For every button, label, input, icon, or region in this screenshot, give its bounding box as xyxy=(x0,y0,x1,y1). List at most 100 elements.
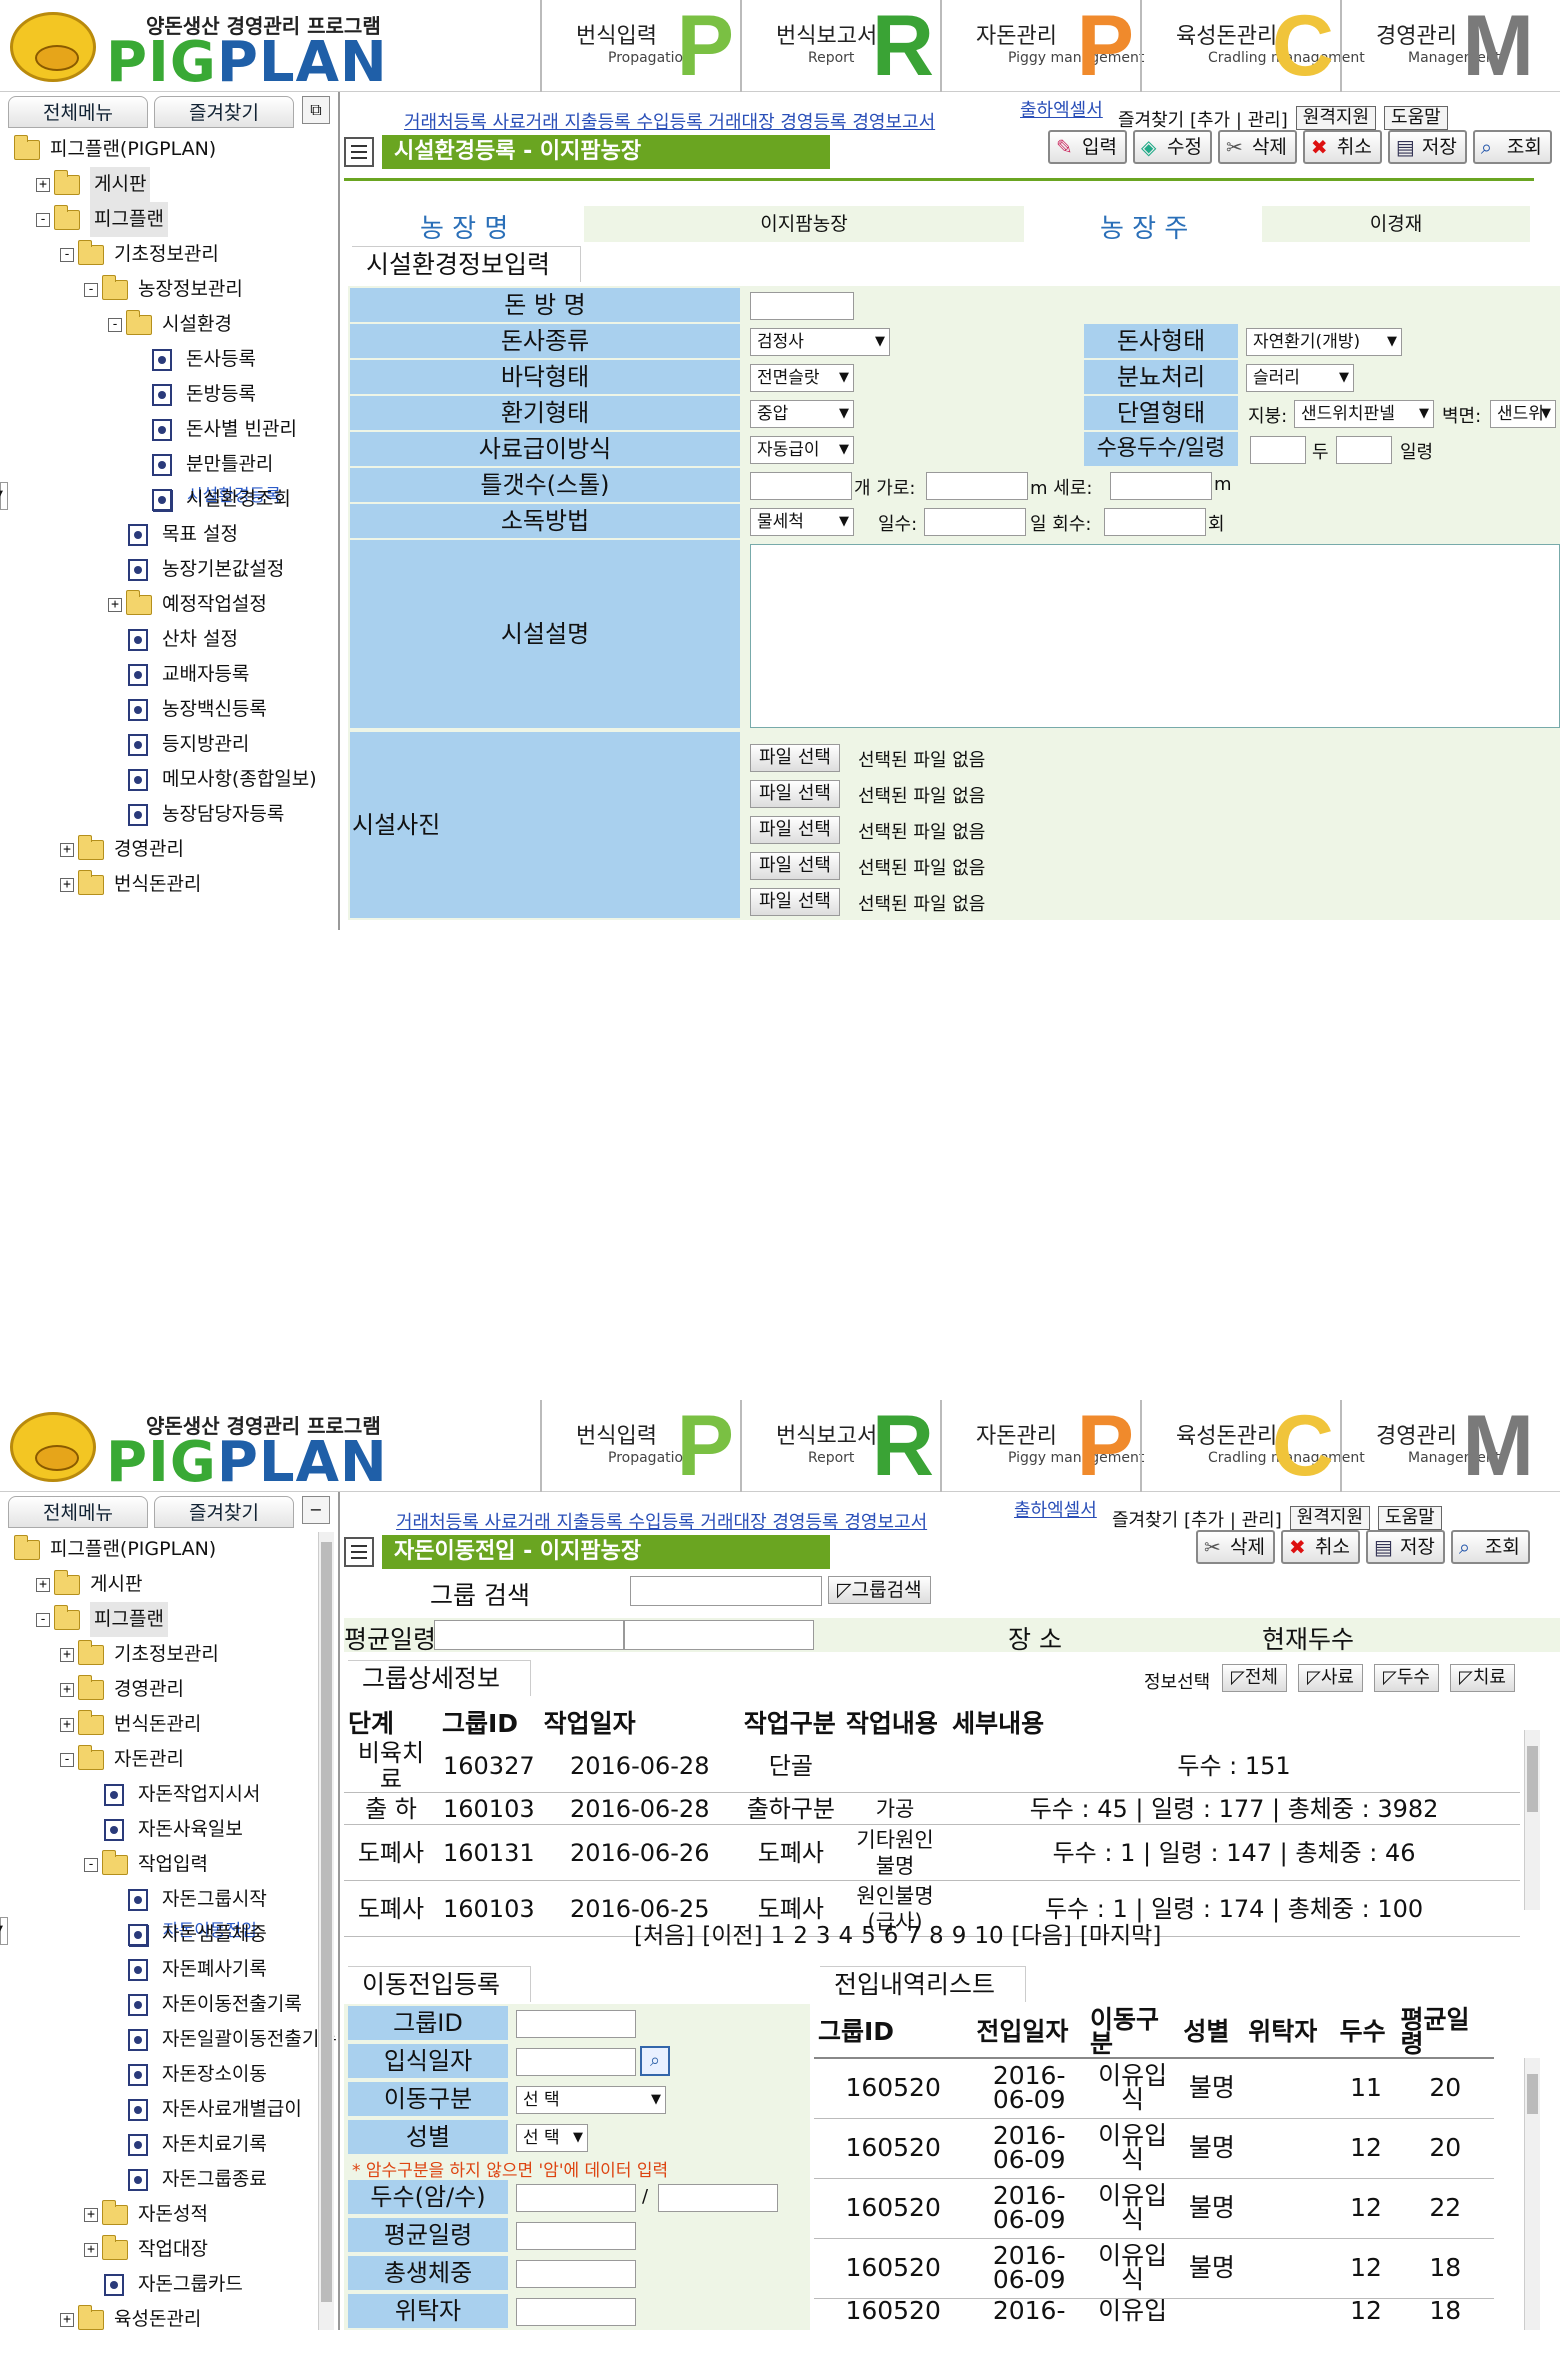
action-button-0[interactable]: ✎ 입력 xyxy=(1048,130,1127,164)
expand-icon[interactable]: + xyxy=(60,878,74,892)
floor-select[interactable]: 전면슬랏 xyxy=(750,364,854,392)
collapse-icon[interactable]: - xyxy=(36,1613,50,1627)
group-search-input[interactable] xyxy=(630,1576,822,1606)
action-button-4[interactable]: ▤ 저장 xyxy=(1387,130,1467,164)
tree-item[interactable]: + 육성돈관리 xyxy=(0,2302,340,2330)
tree-item[interactable]: + 예정작업설정 xyxy=(0,587,340,622)
page-link[interactable]: 5 xyxy=(861,1923,876,1949)
list-row[interactable]: 160520 2016-06-09 이유입식 불명 12 22 xyxy=(814,2178,1494,2239)
expand-icon[interactable]: + xyxy=(36,178,50,192)
topnav-item-3[interactable]: 육성돈관리 Cradling management C xyxy=(1140,1400,1365,1492)
page-link[interactable]: [처음] xyxy=(634,1923,694,1949)
capacity-head-input[interactable] xyxy=(1250,436,1306,464)
tree-item[interactable]: 자돈사료개별급이 xyxy=(0,2092,340,2127)
move-type-select[interactable]: 선 택 xyxy=(516,2086,666,2114)
page-link[interactable]: [마지막] xyxy=(1080,1923,1161,1949)
tree-item[interactable]: 농장담당자등록 xyxy=(0,797,340,832)
topnav-item-1[interactable]: 번식보고서 Report R xyxy=(740,1400,940,1492)
action-button-2[interactable]: ▤ 저장 xyxy=(1365,1530,1445,1564)
topnav-item-0[interactable]: 번식입력 Propagation P xyxy=(540,0,740,92)
expand-icon[interactable]: + xyxy=(60,2313,74,2327)
expand-icon[interactable]: + xyxy=(60,1683,74,1697)
info-button-2[interactable]: ◸두수 xyxy=(1374,1664,1439,1692)
tree-item[interactable]: + 게시판 xyxy=(0,1567,340,1602)
topnav-item-0[interactable]: 번식입력 Propagation P xyxy=(540,1400,740,1492)
topnav-item-2[interactable]: 자돈관리 Piggy management P xyxy=(940,1400,1144,1492)
sex-select[interactable]: 선 택 xyxy=(516,2124,588,2152)
page-link[interactable]: 4 xyxy=(838,1923,853,1949)
restore-icon[interactable]: ⧉ xyxy=(302,96,330,124)
page-link[interactable]: 10 xyxy=(974,1923,1003,1949)
tree-item[interactable]: + 게시판 xyxy=(0,167,340,202)
file-select-button[interactable]: 파일 선택 xyxy=(750,852,840,880)
tab-favorites[interactable]: 즐겨찾기 xyxy=(154,1496,294,1528)
action-button-2[interactable]: ✂ 삭제 xyxy=(1217,130,1297,164)
file-select-button[interactable]: 파일 선택 xyxy=(750,888,840,916)
house-form-select[interactable]: 자연환기(개방) xyxy=(1246,328,1402,356)
tree-item[interactable]: 메모사항(종합일보) xyxy=(0,762,340,797)
collapse-icon[interactable]: - xyxy=(84,283,98,297)
remote-support-button[interactable]: 원격지원 xyxy=(1295,106,1377,130)
room-input[interactable] xyxy=(750,292,854,320)
topnav-item-1[interactable]: 번식보고서 Report R xyxy=(740,0,940,92)
action-button-1[interactable]: ✖ 취소 xyxy=(1280,1530,1360,1564)
action-button-3[interactable]: ✖ 취소 xyxy=(1302,130,1382,164)
help-button[interactable]: 도움말 xyxy=(1384,106,1448,130)
detail-row[interactable]: 출 하 160103 2016-06-28 출하구분 가공 두수 : 45 | 일령 : … xyxy=(344,1792,1520,1825)
help-button[interactable]: 도움말 xyxy=(1378,1506,1442,1530)
tree-item[interactable]: 피그플랜(PIGPLAN) xyxy=(0,1532,340,1567)
file-select-button[interactable]: 파일 선택 xyxy=(750,816,840,844)
collapse-icon[interactable]: - xyxy=(36,213,50,227)
tree-item[interactable]: 자돈장소이동 xyxy=(0,2057,340,2092)
page-link[interactable]: 7 xyxy=(906,1923,921,1949)
file-select-button[interactable]: 파일 선택 xyxy=(750,744,840,772)
action-button-0[interactable]: ✂ 삭제 xyxy=(1196,1530,1275,1564)
group-id-input[interactable] xyxy=(516,2010,636,2038)
topnav-item-4[interactable]: 경영관리 Management M xyxy=(1340,0,1540,92)
collapse-icon[interactable]: - xyxy=(60,1753,74,1767)
detail-scrollbar[interactable] xyxy=(1524,1730,1540,1910)
stall-count-input[interactable] xyxy=(750,472,852,500)
sub-menu-link-shipping[interactable]: 출하엑셀서 xyxy=(1014,1496,1097,1522)
desc-textarea[interactable] xyxy=(750,544,1560,728)
info-button-0[interactable]: ◸전체 xyxy=(1222,1664,1287,1692)
male-count-input[interactable] xyxy=(658,2184,778,2212)
favorites-add-link[interactable]: 즐겨찾기 [추가 | 관리] xyxy=(1112,1506,1282,1532)
info-button-1[interactable]: ◸사료 xyxy=(1298,1664,1363,1692)
tree-item[interactable]: 등지방관리 xyxy=(0,727,340,762)
page-link[interactable]: 1 xyxy=(771,1923,786,1949)
female-count-input[interactable] xyxy=(516,2184,636,2212)
tree-item[interactable]: 산차 설정 xyxy=(0,622,340,657)
detail-row[interactable]: 도폐사 160131 2016-06-26 도폐사 기타원인 불명 두수 : 1 | 일령… xyxy=(344,1824,1520,1881)
page-link[interactable]: 2 xyxy=(793,1923,808,1949)
sub-menu-links[interactable]: 거래처등록 사료거래 지출등록 수입등록 거래대장 경영등록 경영보고서 xyxy=(404,108,935,134)
tree-item[interactable]: + 번식돈관리 xyxy=(0,1707,340,1742)
detail-row[interactable]: 비육치료 160327 2016-06-28 단골 두수 : 151 xyxy=(344,1740,1520,1793)
page-link[interactable]: [다음] xyxy=(1012,1923,1072,1949)
tree-item[interactable]: + 번식돈관리 xyxy=(0,867,340,902)
tree-item[interactable]: 자돈일괄이동전출기록 xyxy=(0,2022,340,2057)
tree-item[interactable]: 돈방등록 xyxy=(0,377,340,412)
tree-item[interactable]: 자돈이동전출기록 xyxy=(0,1987,340,2022)
topnav-item-3[interactable]: 육성돈관리 Cradling management C xyxy=(1140,0,1365,92)
list-row[interactable]: 160520 2016-06-09 이유입식 불명 12 20 xyxy=(814,2118,1494,2179)
list-row[interactable]: 160520 2016-06-09 이유입식 불명 12 18 xyxy=(814,2238,1494,2299)
collapse-icon[interactable]: - xyxy=(84,1858,98,1872)
action-button-1[interactable]: ◈ 수정 xyxy=(1132,130,1212,164)
tree-item[interactable]: - 기초정보관리 xyxy=(0,237,340,272)
sub-menu-link-shipping[interactable]: 출하엑셀서 xyxy=(1020,96,1103,122)
expand-icon[interactable]: + xyxy=(60,843,74,857)
action-button-5[interactable]: ⌕ 조회 xyxy=(1472,130,1552,164)
feed-select[interactable]: 자동급이 xyxy=(750,436,854,464)
tree-item[interactable]: 목표 설정 xyxy=(0,517,340,552)
favorites-add-link[interactable]: 즐겨찾기 [추가 | 관리] xyxy=(1118,106,1288,132)
tree-item[interactable]: 돈사등록 xyxy=(0,342,340,377)
expand-icon[interactable]: + xyxy=(108,598,122,612)
tree-item[interactable]: - 피그플랜 xyxy=(0,1602,340,1637)
tree-item[interactable]: - 자돈관리 xyxy=(0,1742,340,1777)
tree-item[interactable]: 자돈치료기록 xyxy=(0,2127,340,2162)
tree-item[interactable]: 피그플랜(PIGPLAN) xyxy=(0,132,340,167)
tree-item[interactable]: + 경영관리 xyxy=(0,1672,340,1707)
tree-item[interactable]: - 농장정보관리 xyxy=(0,272,340,307)
list-row[interactable]: 160520 2016-06-09 이유입식 불명 11 20 xyxy=(814,2058,1494,2119)
